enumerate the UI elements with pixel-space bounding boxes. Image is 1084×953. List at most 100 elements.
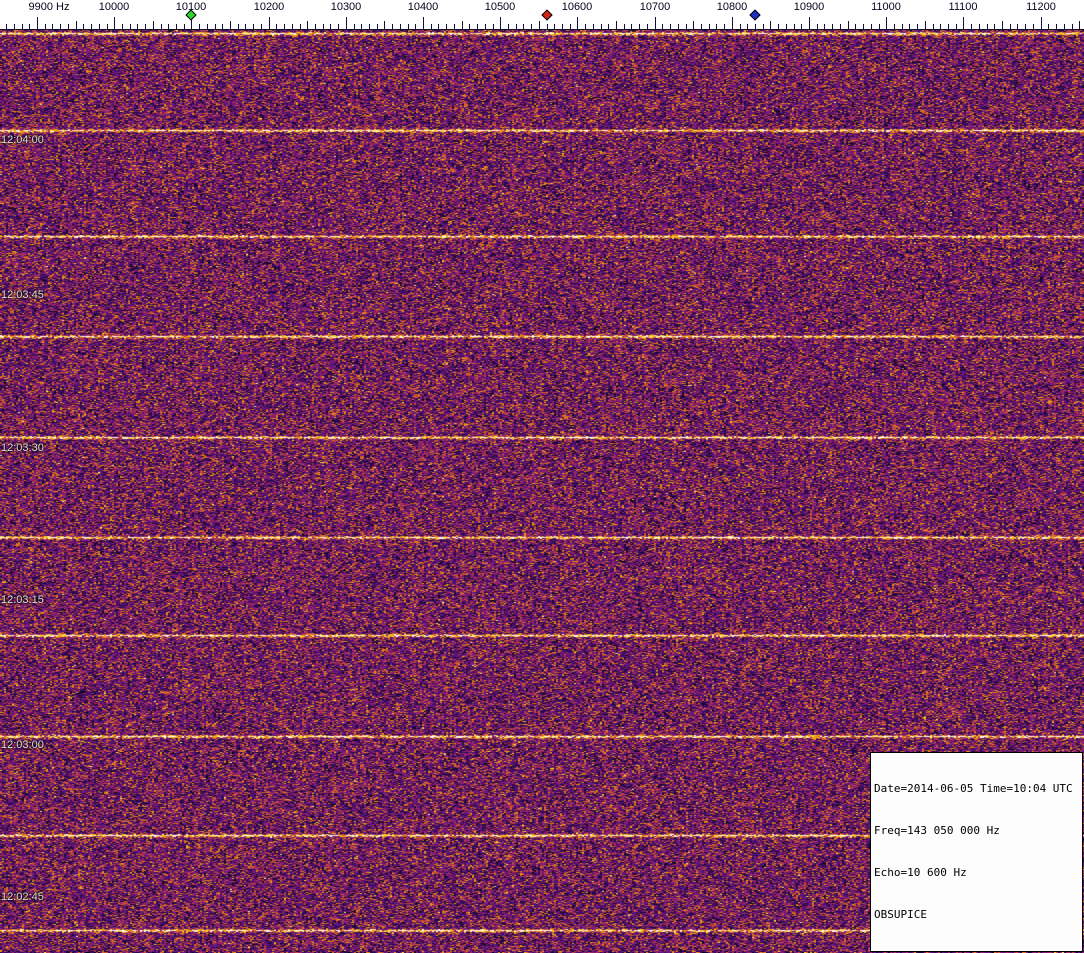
freq-tick [732, 17, 733, 29]
freq-tick [137, 24, 138, 29]
freq-tick [948, 24, 949, 29]
info-station-line: OBSUPICE [874, 908, 1079, 922]
freq-tick [284, 24, 285, 29]
freq-tick [323, 24, 324, 29]
freq-tick [686, 24, 687, 29]
freq-tick [801, 24, 802, 29]
freq-tick [207, 24, 208, 29]
freq-tick-label: 10600 [562, 1, 593, 13]
freq-tick [601, 24, 602, 29]
freq-tick [933, 24, 934, 29]
freq-tick [76, 21, 77, 29]
freq-tick [778, 24, 779, 29]
freq-tick [894, 24, 895, 29]
freq-tick [763, 24, 764, 29]
freq-tick [1010, 24, 1011, 29]
freq-tick [415, 24, 416, 29]
time-label: 12:03:30 [1, 442, 44, 454]
freq-tick [577, 17, 578, 29]
freq-tick [238, 24, 239, 29]
freq-tick [300, 24, 301, 29]
freq-tick [570, 24, 571, 29]
freq-tick [971, 24, 972, 29]
freq-tick [1041, 17, 1042, 29]
freq-tick [330, 24, 331, 29]
freq-tick [45, 24, 46, 29]
freq-tick [909, 24, 910, 29]
time-label: 12:03:15 [1, 594, 44, 606]
freq-tick [709, 24, 710, 29]
freq-tick [616, 21, 617, 29]
freq-tick [624, 24, 625, 29]
freq-tick [408, 24, 409, 29]
freq-tick-label: 10500 [485, 1, 516, 13]
freq-tick [6, 24, 7, 29]
freq-tick [724, 24, 725, 29]
freq-tick-label: 9900 Hz [29, 1, 70, 13]
freq-tick [153, 21, 154, 29]
freq-tick [68, 24, 69, 29]
freq-tick-label: 10000 [99, 1, 130, 13]
freq-tick [184, 24, 185, 29]
freq-tick [562, 24, 563, 29]
freq-tick [446, 24, 447, 29]
freq-tick [956, 24, 957, 29]
freq-tick [354, 24, 355, 29]
freq-tick [902, 24, 903, 29]
freq-tick [871, 24, 872, 29]
freq-tick [438, 24, 439, 29]
freq-tick [14, 24, 15, 29]
freq-tick [1072, 24, 1073, 29]
freq-tick [662, 24, 663, 29]
freq-tick-label: 10700 [640, 1, 671, 13]
freq-tick [755, 24, 756, 29]
freq-tick [462, 21, 463, 29]
freq-tick-label: 10300 [331, 1, 362, 13]
freq-tick [716, 24, 717, 29]
freq-tick [91, 24, 92, 29]
freq-tick [655, 17, 656, 29]
freq-tick [925, 21, 926, 29]
blue-frequency-marker-icon[interactable] [749, 9, 760, 20]
freq-tick [1048, 24, 1049, 29]
freq-tick [1079, 21, 1080, 29]
freq-tick [384, 21, 385, 29]
freq-tick [215, 24, 216, 29]
freq-tick [855, 24, 856, 29]
freq-tick [346, 17, 347, 29]
freq-tick [554, 24, 555, 29]
freq-tick [794, 24, 795, 29]
freq-tick [83, 24, 84, 29]
freq-tick [276, 24, 277, 29]
freq-tick [886, 17, 887, 29]
spectrogram-window: 9900 Hz 10000 10100 10200 10300 10400 10500 106… [0, 0, 1084, 953]
freq-tick [37, 17, 38, 29]
freq-tick [608, 24, 609, 29]
freq-tick-label: 11200 [1026, 1, 1056, 13]
freq-tick [523, 24, 524, 29]
red-frequency-marker-icon[interactable] [541, 9, 552, 20]
freq-tick [431, 24, 432, 29]
freq-tick [392, 24, 393, 29]
time-label: 12:03:00 [1, 739, 44, 751]
freq-tick [747, 24, 748, 29]
freq-tick [879, 24, 880, 29]
freq-tick [485, 24, 486, 29]
freq-tick [377, 24, 378, 29]
freq-tick [585, 24, 586, 29]
frequency-scale[interactable]: 9900 Hz 10000 10100 10200 10300 10400 10500 106… [0, 0, 1084, 30]
freq-tick [400, 24, 401, 29]
freq-tick [315, 24, 316, 29]
freq-tick [539, 21, 540, 29]
freq-tick [199, 24, 200, 29]
freq-tick [863, 24, 864, 29]
freq-tick [423, 17, 424, 29]
freq-tick [176, 24, 177, 29]
freq-tick [52, 24, 53, 29]
freq-tick [701, 24, 702, 29]
freq-tick [469, 24, 470, 29]
freq-tick [454, 24, 455, 29]
freq-tick [107, 24, 108, 29]
freq-tick [161, 24, 162, 29]
freq-tick [253, 24, 254, 29]
